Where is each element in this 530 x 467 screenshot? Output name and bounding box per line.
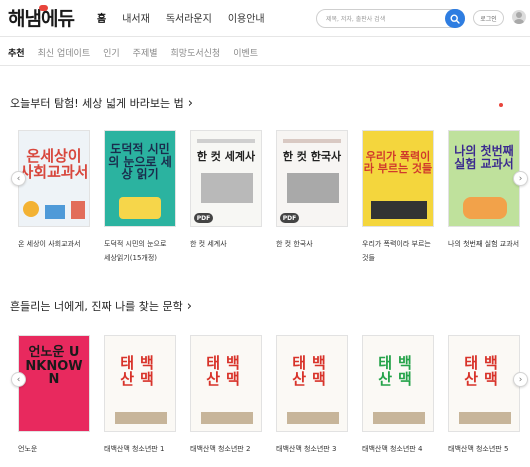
book-card[interactable]: 태백산맥 태백산맥 청소년판 3 — [276, 335, 348, 456]
book-cover: 태백산맥 — [448, 335, 520, 432]
indicator-dot — [499, 103, 503, 107]
nav-home[interactable]: 홈 — [97, 10, 106, 25]
cover-title: 한 컷 한국사 — [282, 150, 342, 163]
chevron-left-icon: ‹ — [16, 173, 21, 184]
book-card[interactable]: 한 컷 세계사 PDF 한 컷 세계사 — [190, 130, 262, 251]
book-cover: 태백산맥 — [362, 335, 434, 432]
cover-title: 태백산맥 — [378, 354, 418, 388]
cover-title: 도덕적 시민의 눈으로 세상 읽기 — [108, 142, 172, 182]
tab-by-topic[interactable]: 주제별 — [133, 46, 158, 59]
cover-title: 우리가 폭력이라 부르는 것들 — [363, 150, 433, 175]
book-title: 한 컷 한국사 — [276, 240, 313, 248]
book-cover: 태백산맥 — [104, 335, 176, 432]
tab-book-request[interactable]: 희망도서신청 — [171, 46, 221, 59]
chevron-right-icon: › — [186, 298, 192, 314]
carousel-next-button[interactable]: › — [513, 372, 528, 387]
tab-popular[interactable]: 인기 — [103, 46, 120, 59]
book-card[interactable]: 태백산맥 태백산맥 청소년판 4 — [362, 335, 434, 456]
cover-title: 온세상이 사회교과서 — [19, 147, 89, 181]
book-title: 우리가 폭력이라 부르는 것들 — [362, 240, 431, 262]
section-title-explore[interactable]: 오늘부터 탐험! 세상 넓게 바라보는 법 › — [10, 95, 193, 111]
tab-event[interactable]: 이벤트 — [233, 46, 258, 59]
pdf-badge: PDF — [280, 213, 299, 223]
carousel-prev-button[interactable]: ‹ — [11, 171, 26, 186]
book-card[interactable]: 태백산맥 태백산맥 청소년판 1 — [104, 335, 176, 456]
book-cover: 한 컷 세계사 PDF — [190, 130, 262, 227]
cover-title: 태백산맥 — [292, 354, 332, 388]
chevron-right-icon: › — [187, 95, 193, 111]
book-cover: 한 컷 한국사 PDF — [276, 130, 348, 227]
nav-library[interactable]: 내서재 — [122, 10, 150, 25]
book-card[interactable]: 도덕적 시민의 눈으로 세상 읽기 도덕적 시민의 눈으로 세상읽기(15개정) — [104, 130, 176, 265]
book-title: 태백산맥 청소년판 3 — [276, 445, 337, 453]
tab-latest-update[interactable]: 최신 업데이트 — [38, 46, 91, 59]
cover-title: 태백산맥 — [120, 354, 160, 388]
nav-reading-lounge[interactable]: 독서라운지 — [166, 10, 212, 25]
chevron-right-icon: › — [518, 374, 523, 385]
cover-title: 나의 첫번째 실험 교과서 — [454, 144, 514, 171]
book-cover: 나의 첫번째 실험 교과서 — [448, 130, 520, 227]
main-nav: 홈 내서재 독서라운지 이용안내 — [97, 10, 281, 25]
search-button[interactable] — [445, 9, 465, 28]
avatar[interactable] — [512, 10, 526, 24]
book-cover: 도덕적 시민의 눈으로 세상 읽기 — [104, 130, 176, 227]
top-header: 해냄에듀 홈 내서재 독서라운지 이용안내 제목, 저자, 출판사 검색 로그인 — [0, 0, 530, 37]
book-title: 언노운 — [18, 445, 38, 453]
book-title: 태백산맥 청소년판 1 — [104, 445, 165, 453]
book-title: 태백산맥 청소년판 4 — [362, 445, 423, 453]
section-title-text: 오늘부터 탐험! 세상 넓게 바라보는 법 — [10, 97, 184, 110]
book-title: 한 컷 세계사 — [190, 240, 227, 248]
carousel-next-button[interactable]: › — [513, 171, 528, 186]
book-card[interactable]: 우리가 폭력이라 부르는 것들 우리가 폭력이라 부르는 것들 — [362, 130, 434, 265]
chevron-left-icon: ‹ — [16, 374, 21, 385]
section-title-literature[interactable]: 흔들리는 너에게, 진짜 나를 찾는 문학 › — [10, 298, 192, 314]
book-card[interactable]: 언노운 UNKNOWN 언노운 — [18, 335, 90, 456]
search-input[interactable]: 제목, 저자, 출판사 검색 — [316, 9, 465, 28]
book-cover: 태백산맥 — [190, 335, 262, 432]
nav-guide[interactable]: 이용안내 — [228, 10, 265, 25]
pdf-badge: PDF — [194, 213, 213, 223]
book-title: 도덕적 시민의 눈으로 세상읽기(15개정) — [104, 240, 167, 262]
search-icon — [450, 13, 460, 24]
book-card[interactable]: 나의 첫번째 실험 교과서 나의 첫번째 실험 교과서 — [448, 130, 520, 251]
book-cover: 온세상이 사회교과서 — [18, 130, 90, 227]
cover-title: 태백산맥 — [206, 354, 246, 388]
cover-title: 언노운 UNKNOWN — [25, 345, 83, 388]
logo-accent — [39, 5, 48, 11]
book-cover: 우리가 폭력이라 부르는 것들 — [362, 130, 434, 227]
book-card[interactable]: 한 컷 한국사 PDF 한 컷 한국사 — [276, 130, 348, 251]
section-title-text: 흔들리는 너에게, 진짜 나를 찾는 문학 — [10, 300, 183, 313]
category-tabs: 추천 최신 업데이트 인기 주제별 희망도서신청 이벤트 — [0, 37, 530, 66]
book-card[interactable]: 태백산맥 태백산맥 청소년판 2 — [190, 335, 262, 456]
book-cover: 언노운 UNKNOWN — [18, 335, 90, 432]
book-title: 태백산맥 청소년판 2 — [190, 445, 251, 453]
carousel-prev-button[interactable]: ‹ — [11, 372, 26, 387]
book-card[interactable]: 태백산맥 태백산맥 청소년판 5 — [448, 335, 520, 456]
book-title: 온 세상이 사회교과서 — [18, 240, 81, 248]
book-cover: 태백산맥 — [276, 335, 348, 432]
cover-title: 태백산맥 — [464, 354, 504, 388]
login-button[interactable]: 로그인 — [473, 10, 504, 26]
book-card[interactable]: 온세상이 사회교과서 온 세상이 사회교과서 — [18, 130, 90, 251]
book-title: 태백산맥 청소년판 5 — [448, 445, 509, 453]
chevron-right-icon: › — [518, 173, 523, 184]
tab-recommended[interactable]: 추천 — [8, 46, 25, 59]
cover-title: 한 컷 세계사 — [196, 150, 256, 163]
book-title: 나의 첫번째 실험 교과서 — [448, 240, 520, 248]
search-placeholder: 제목, 저자, 출판사 검색 — [326, 16, 386, 23]
